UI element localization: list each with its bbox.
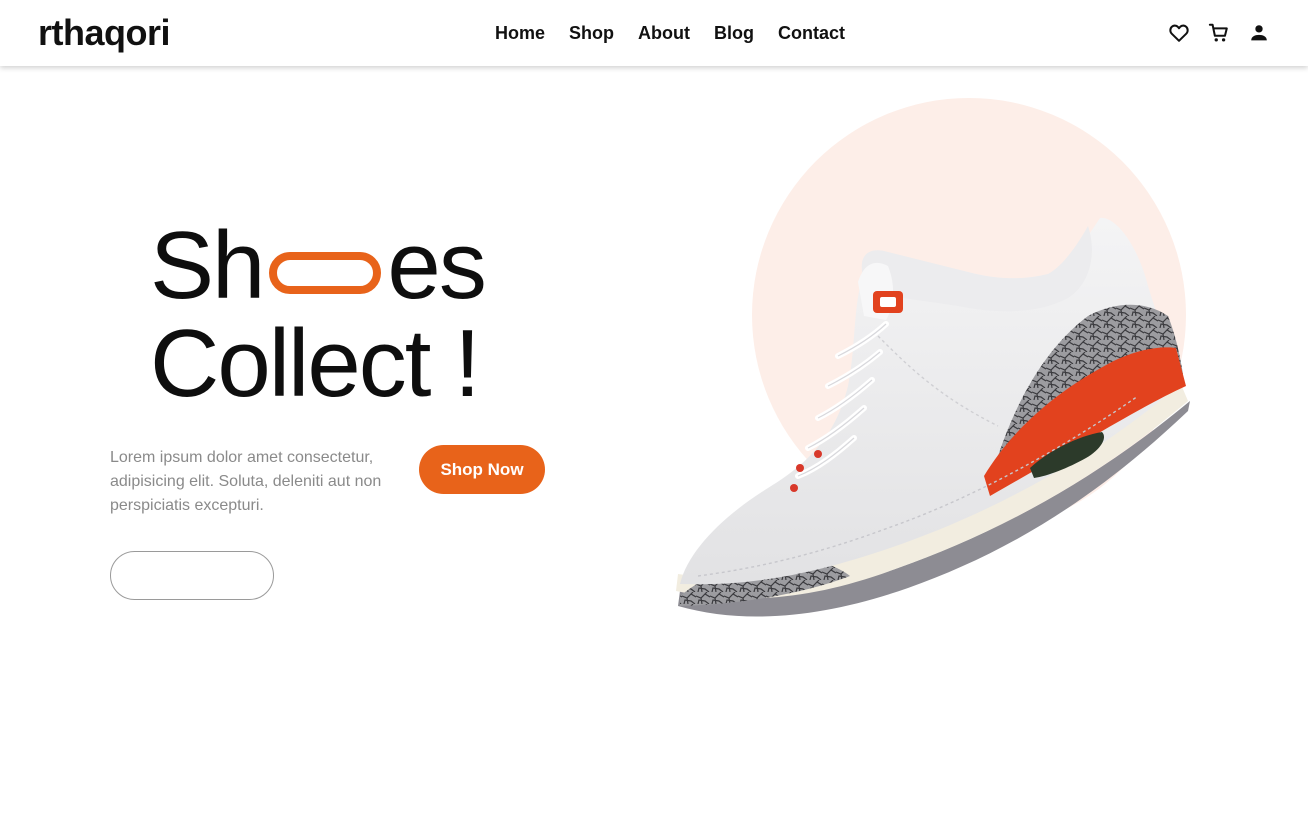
user-icon[interactable] <box>1248 22 1270 44</box>
nav-home[interactable]: Home <box>495 22 545 44</box>
main-nav: Home Shop About Blog Contact <box>495 22 869 44</box>
hero-title-part-2: es <box>387 212 486 319</box>
hero-title: Sh es Collect ! <box>150 212 487 417</box>
hero-title-line-1: Sh es <box>150 212 487 319</box>
outline-button[interactable] <box>110 551 274 600</box>
hero-title-part-1: Sh <box>150 212 265 319</box>
pill-o-icon <box>269 252 382 294</box>
cart-icon[interactable] <box>1208 22 1230 44</box>
nav-contact[interactable]: Contact <box>778 22 845 44</box>
hero-title-line-2: Collect ! <box>150 310 481 417</box>
logo[interactable]: rthaqori <box>38 13 171 53</box>
shop-now-button[interactable]: Shop Now <box>419 445 545 494</box>
site-header: rthaqori Home Shop About Blog Contact <box>0 0 1308 66</box>
hero-description: Lorem ipsum dolor amet consectetur, adip… <box>110 449 382 514</box>
nav-shop[interactable]: Shop <box>569 22 614 44</box>
heart-icon[interactable] <box>1168 22 1190 44</box>
sneaker-image <box>676 217 1190 617</box>
header-actions <box>1168 22 1270 44</box>
nav-blog[interactable]: Blog <box>714 22 754 44</box>
nav-about[interactable]: About <box>638 22 690 44</box>
